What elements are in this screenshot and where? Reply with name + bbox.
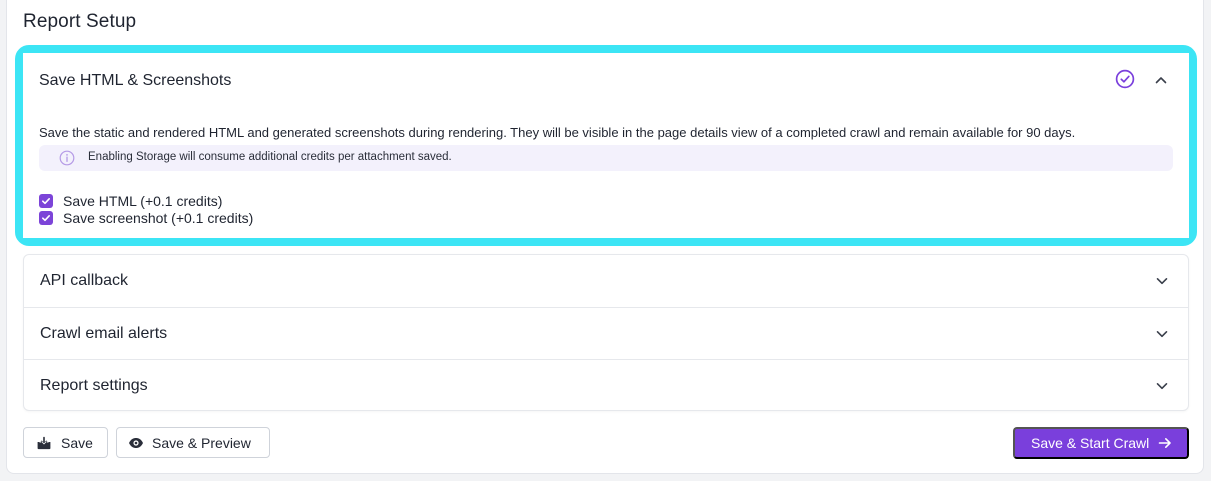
save-start-crawl-label: Save & Start Crawl [1031,435,1150,451]
checkmark-icon [42,215,50,222]
save-html-option[interactable]: Save HTML (+0.1 credits) [39,193,222,209]
storage-panel-header[interactable]: Save HTML & Screenshots [23,53,1189,108]
save-screenshot-label: Save screenshot (+0.1 credits) [63,210,254,226]
save-screenshot-option[interactable]: Save screenshot (+0.1 credits) [39,210,253,226]
check-circle-icon [1115,69,1135,89]
save-html-checkbox[interactable] [39,194,53,208]
save-icon [36,435,52,451]
chevron-up-icon[interactable] [1154,73,1168,87]
api-callback-panel[interactable]: API callback [24,255,1188,307]
chevron-down-icon[interactable] [1155,327,1169,341]
checkmark-icon [42,198,50,205]
chevron-down-icon[interactable] [1155,274,1169,288]
storage-panel-title: Save HTML & Screenshots [39,72,232,89]
arrow-right-icon [1158,436,1172,450]
save-screenshot-checkbox[interactable] [39,211,53,225]
info-text: Enabling Storage will consume additional… [88,151,452,163]
collapsed-panels: API callback Crawl email alerts Report s… [23,254,1189,411]
crawl-email-alerts-label: Crawl email alerts [40,325,168,342]
save-start-crawl-button[interactable]: Save & Start Crawl [1013,427,1189,459]
storage-panel: Save HTML & Screenshots Save the static … [23,53,1189,238]
api-callback-label: API callback [40,272,129,289]
chevron-down-icon[interactable] [1155,379,1169,393]
report-settings-label: Report settings [40,377,148,394]
storage-description: Save the static and rendered HTML and ge… [39,125,1076,140]
save-preview-label: Save & Preview [152,434,251,451]
info-icon [59,150,75,166]
info-banner: Enabling Storage will consume additional… [39,145,1173,171]
save-html-label: Save HTML (+0.1 credits) [63,193,223,209]
save-button[interactable]: Save [23,427,108,458]
report-settings-panel[interactable]: Report settings [24,359,1188,411]
save-button-label: Save [61,434,93,451]
page-title: Report Setup [23,11,137,32]
save-preview-button[interactable]: Save & Preview [116,427,270,458]
eye-icon [128,435,144,451]
report-setup-card: Report Setup Save HTML & Screenshots Sav… [6,0,1204,474]
crawl-email-alerts-panel[interactable]: Crawl email alerts [24,307,1188,359]
